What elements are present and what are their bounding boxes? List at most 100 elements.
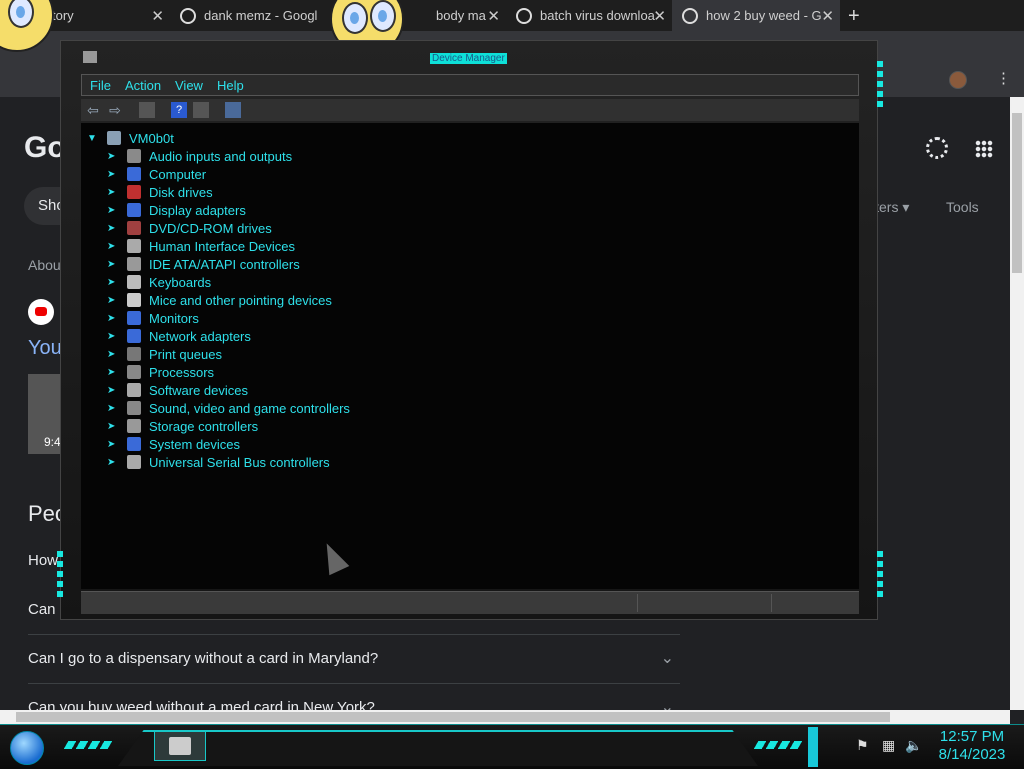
tree-category[interactable]: ➤ Storage controllers <box>107 417 258 435</box>
tree-category-label: Audio inputs and outputs <box>149 148 293 164</box>
flag-icon[interactable]: ⚑ <box>856 737 869 754</box>
browser-menu-icon[interactable]: ⋮ <box>996 69 1011 87</box>
system-clock[interactable]: 12:57 PM 8/14/2023 <box>934 728 1010 764</box>
expand-arrow-icon[interactable]: ➤ <box>107 259 119 270</box>
expand-arrow-icon[interactable]: ➤ <box>107 439 119 450</box>
menu-action[interactable]: Action <box>125 78 161 93</box>
tree-category-label: Software devices <box>149 382 248 398</box>
result-title-link[interactable]: You <box>28 337 62 360</box>
expand-arrow-icon[interactable]: ➤ <box>107 223 119 234</box>
show-desktop-button[interactable] <box>808 727 818 767</box>
expand-arrow-icon[interactable]: ➤ <box>107 403 119 414</box>
tree-category[interactable]: ➤ IDE ATA/ATAPI controllers <box>107 255 300 273</box>
browser-tab-2[interactable]: dank memz - Googl <box>170 0 340 31</box>
tree-category[interactable]: ➤ Software devices <box>107 381 248 399</box>
status-divider <box>771 594 772 612</box>
network-icon[interactable]: ▦ <box>882 737 895 754</box>
new-tab-icon[interactable]: + <box>848 5 860 28</box>
question-text: Can I go to a dispensary without a card … <box>28 650 379 667</box>
tree-category[interactable]: ➤ Processors <box>107 363 214 381</box>
page-vertical-scrollbar[interactable] <box>1010 97 1024 710</box>
apps-grid-icon[interactable] <box>975 140 993 158</box>
expand-arrow-icon[interactable]: ➤ <box>107 385 119 396</box>
taskbar-decoration <box>753 741 803 749</box>
tree-root-label: VM0b0t <box>129 130 174 146</box>
tree-category[interactable]: ➤ Universal Serial Bus controllers <box>107 453 330 471</box>
taskbar: ⚑ ▦ 🔈 12:57 PM 8/14/2023 <box>0 724 1024 769</box>
show-hide-console-tree-icon[interactable] <box>139 102 155 118</box>
expand-arrow-icon[interactable]: ➤ <box>107 151 119 162</box>
browser-tab-strip: tory ✕ dank memz - Googl body ma ✕ batch… <box>0 0 1024 31</box>
tree-category-label: Processors <box>149 364 215 380</box>
browser-tab-5-active[interactable]: how 2 buy weed - G ✕ <box>672 0 840 31</box>
collapse-arrow-icon[interactable]: ▼ <box>87 133 99 144</box>
expand-arrow-icon[interactable]: ➤ <box>107 349 119 360</box>
menu-help[interactable]: Help <box>217 78 244 93</box>
start-button[interactable] <box>10 731 44 765</box>
back-arrow-icon[interactable]: ⇦ <box>85 102 101 118</box>
expand-arrow-icon[interactable]: ➤ <box>107 277 119 288</box>
taskbar-device-manager-button[interactable] <box>154 731 206 761</box>
scroll-thumb[interactable] <box>1012 113 1022 273</box>
device-manager-icon <box>169 737 191 755</box>
tree-category[interactable]: ➤ Sound, video and game controllers <box>107 399 350 417</box>
device-category-icon <box>127 311 141 325</box>
expand-arrow-icon[interactable]: ➤ <box>107 205 119 216</box>
menu-view[interactable]: View <box>175 78 203 93</box>
tree-category[interactable]: ➤ Network adapters <box>107 327 251 345</box>
profile-avatar[interactable] <box>949 71 967 89</box>
expand-arrow-icon[interactable]: ➤ <box>107 295 119 306</box>
tree-category-label: System devices <box>149 436 241 452</box>
question-item[interactable]: Can you buy weed without a med card in N… <box>28 683 680 710</box>
tab-close-icon[interactable]: ✕ <box>653 7 666 25</box>
expand-arrow-icon[interactable]: ➤ <box>107 241 119 252</box>
tree-category[interactable]: ➤ Display adapters <box>107 201 246 219</box>
tab-close-icon[interactable]: ✕ <box>487 7 500 25</box>
question-can[interactable]: Can <box>28 601 56 618</box>
device-category-icon <box>127 365 141 379</box>
tree-category[interactable]: ➤ Computer <box>107 165 206 183</box>
device-category-icon <box>127 239 141 253</box>
tools-button[interactable]: Tools <box>946 199 979 215</box>
device-manager-app-icon <box>83 51 97 63</box>
tab-close-icon[interactable]: ✕ <box>821 7 834 25</box>
frame-glow-decoration <box>57 551 63 601</box>
tree-category-label: IDE ATA/ATAPI controllers <box>149 256 300 272</box>
tree-category[interactable]: ➤ Print queues <box>107 345 222 363</box>
tree-category[interactable]: ➤ Monitors <box>107 309 199 327</box>
properties-icon[interactable] <box>193 102 209 118</box>
tree-category[interactable]: ➤ Human Interface Devices <box>107 237 295 255</box>
page-horizontal-scrollbar[interactable] <box>0 710 1010 724</box>
question-how[interactable]: How <box>28 552 58 569</box>
expand-arrow-icon[interactable]: ➤ <box>107 331 119 342</box>
chevron-down-icon: ⌄ <box>660 699 674 710</box>
device-manager-window[interactable]: Device Manager File Action View Help ⇦ ⇨… <box>57 40 883 620</box>
scroll-thumb[interactable] <box>16 712 890 722</box>
scan-hardware-icon[interactable] <box>225 102 241 118</box>
volume-icon[interactable]: 🔈 <box>905 737 922 754</box>
tree-category[interactable]: ➤ Disk drives <box>107 183 213 201</box>
tab-close-icon[interactable]: ✕ <box>151 7 164 25</box>
expand-arrow-icon[interactable]: ➤ <box>107 187 119 198</box>
frame-glow-decoration <box>877 551 883 601</box>
menu-file[interactable]: File <box>90 78 111 93</box>
expand-arrow-icon[interactable]: ➤ <box>107 367 119 378</box>
device-tree[interactable]: ▼ VM0b0t ➤ Audio inputs and outputs ➤ Compu… <box>81 123 859 589</box>
tree-category[interactable]: ➤ System devices <box>107 435 240 453</box>
settings-gear-icon[interactable] <box>926 137 948 159</box>
browser-tab-4[interactable]: batch virus downloa ✕ <box>506 0 672 31</box>
help-icon[interactable]: ? <box>171 102 187 118</box>
tree-root[interactable]: ▼ VM0b0t <box>87 129 174 147</box>
expand-arrow-icon[interactable]: ➤ <box>107 169 119 180</box>
forward-arrow-icon[interactable]: ⇨ <box>107 102 123 118</box>
tree-category-label: Network adapters <box>149 328 251 344</box>
tree-category[interactable]: ➤ DVD/CD-ROM drives <box>107 219 272 237</box>
tree-category[interactable]: ➤ Mice and other pointing devices <box>107 291 332 309</box>
sticker-eye <box>8 0 34 28</box>
expand-arrow-icon[interactable]: ➤ <box>107 421 119 432</box>
expand-arrow-icon[interactable]: ➤ <box>107 313 119 324</box>
tree-category[interactable]: ➤ Keyboards <box>107 273 211 291</box>
tree-category[interactable]: ➤ Audio inputs and outputs <box>107 147 292 165</box>
question-item[interactable]: Can I go to a dispensary without a card … <box>28 634 680 683</box>
expand-arrow-icon[interactable]: ➤ <box>107 457 119 468</box>
